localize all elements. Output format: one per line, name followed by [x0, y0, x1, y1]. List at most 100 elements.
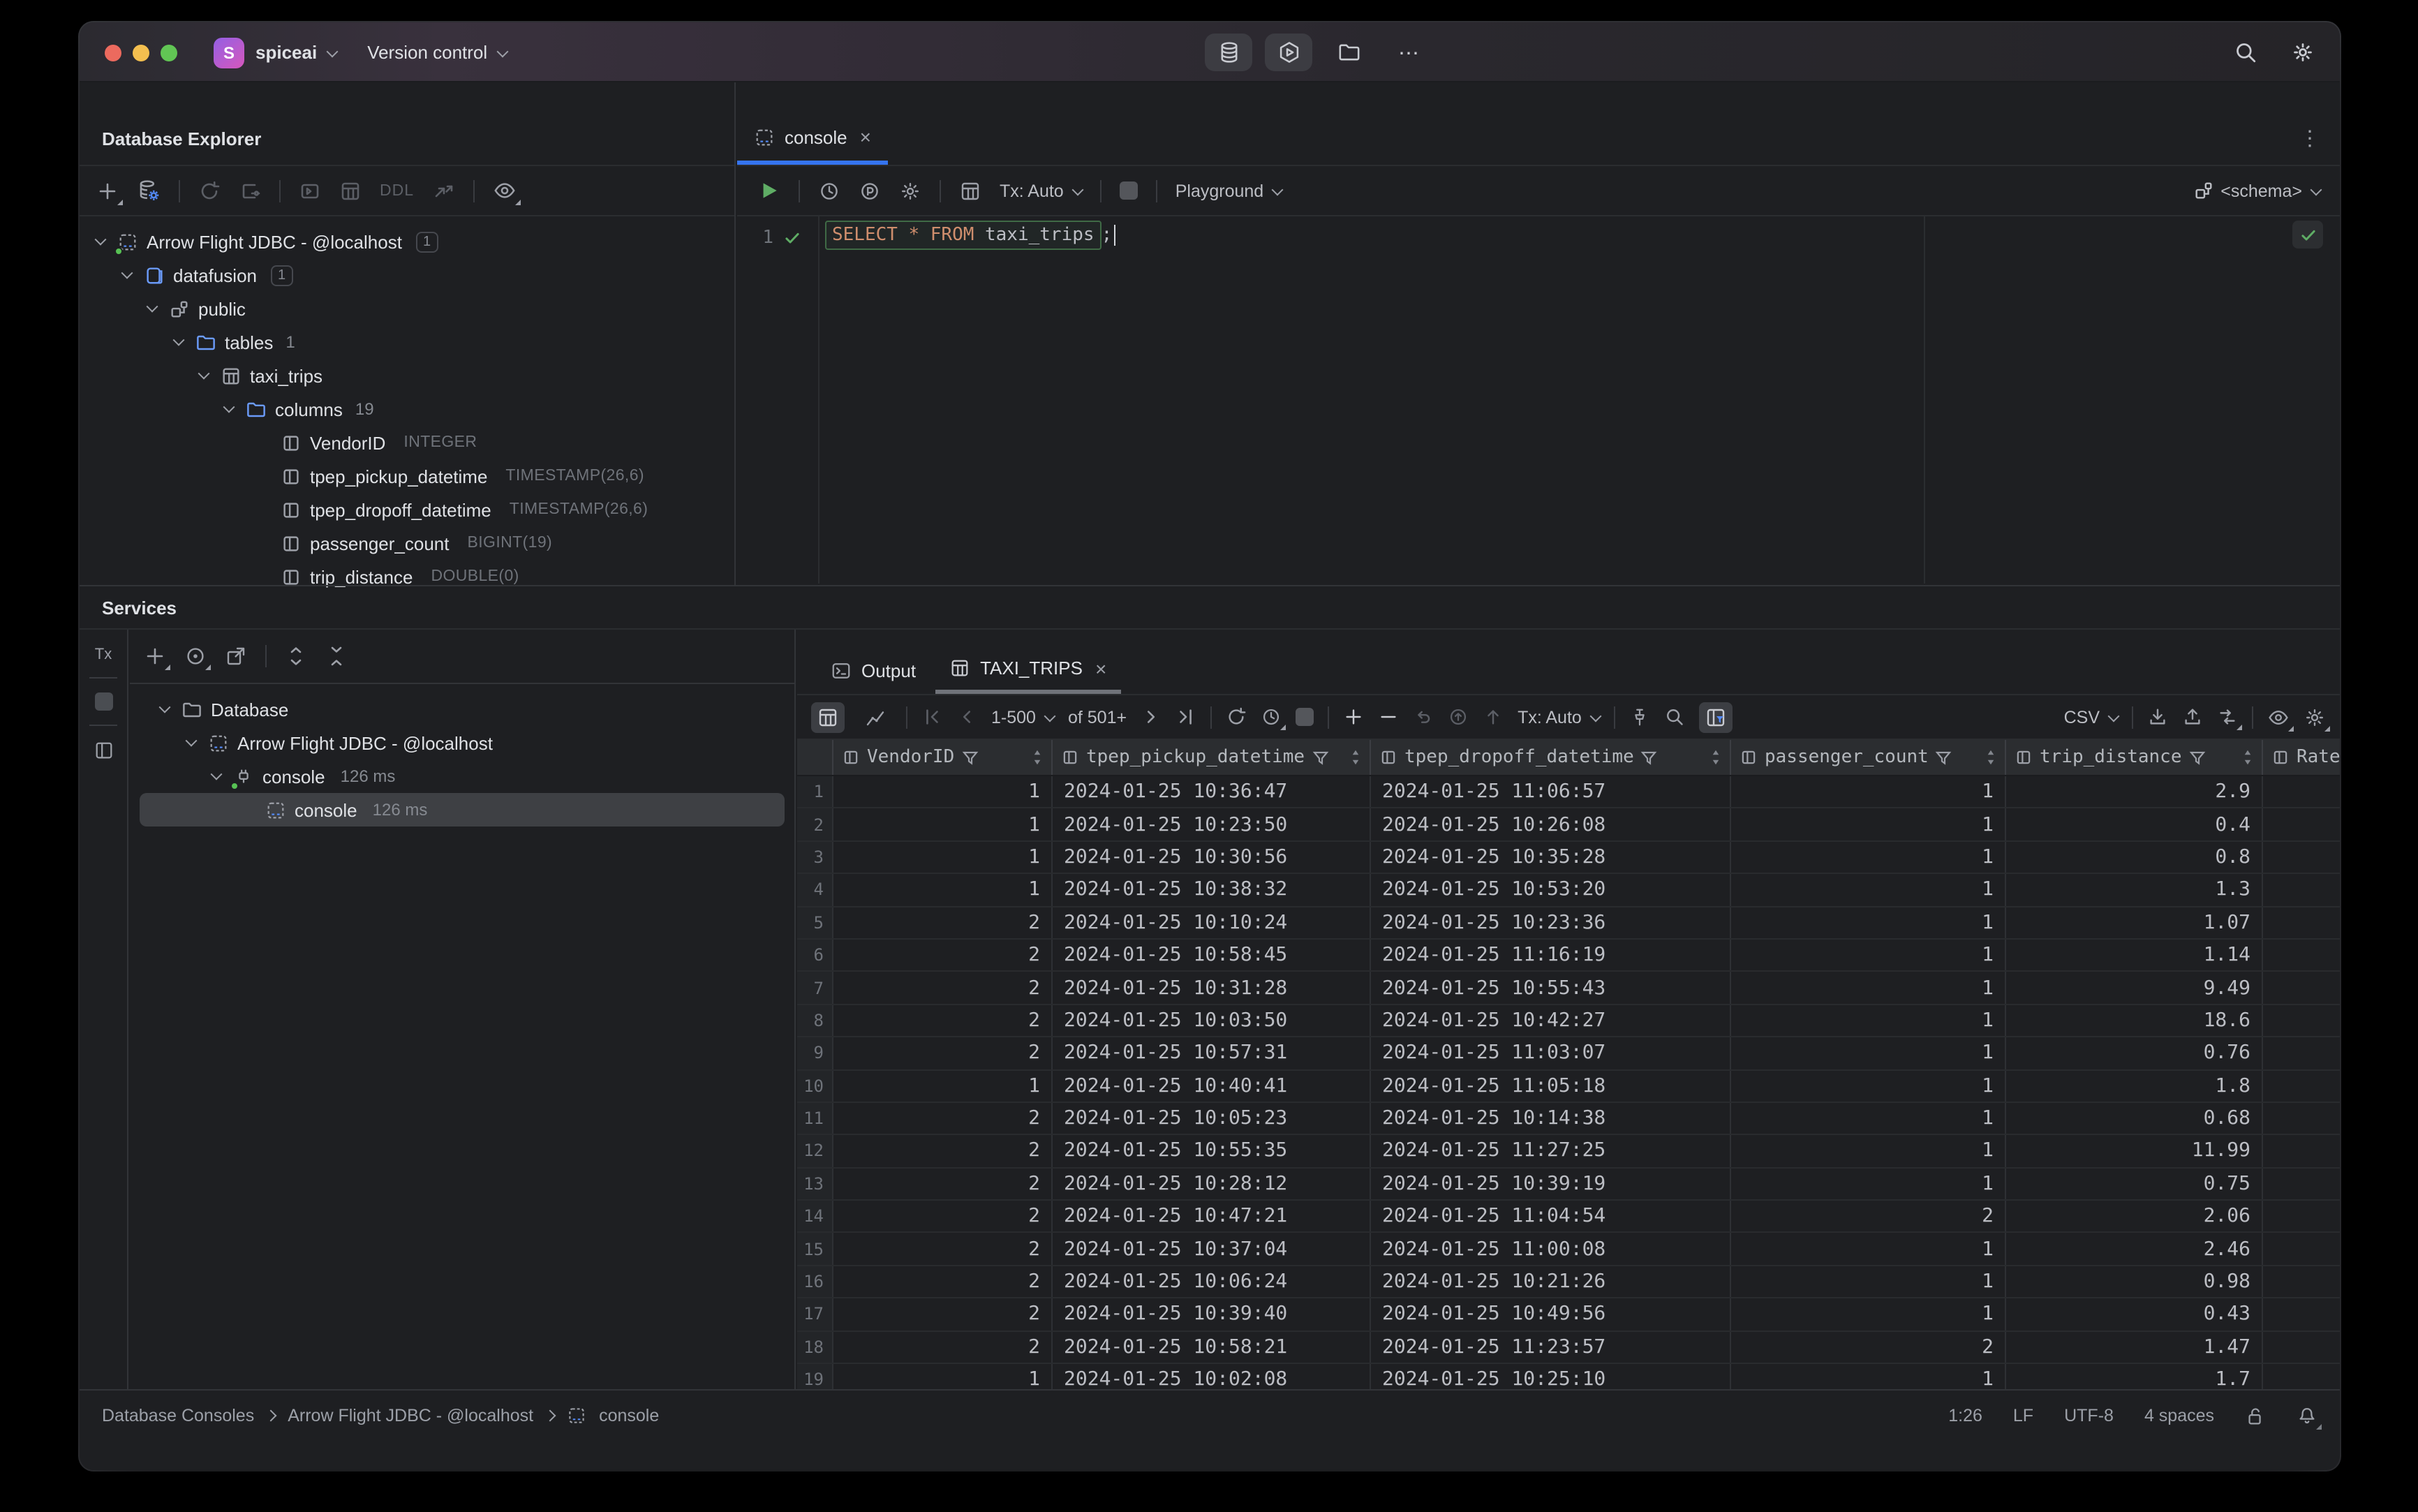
dropoff-datetime-cell[interactable]: 2024-01-25 10:42:27	[1371, 1005, 1731, 1037]
table-row[interactable]: 17 2 2024-01-25 10:39:40 2024-01-25 10:4…	[797, 1298, 2340, 1332]
first-page-icon[interactable]	[921, 706, 942, 727]
pickup-datetime-cell[interactable]: 2024-01-25 10:47:21	[1053, 1201, 1371, 1232]
trip-distance-cell[interactable]: 0.98	[2006, 1266, 2263, 1298]
dropoff-datetime-cell[interactable]: 2024-01-25 10:53:20	[1371, 874, 1731, 906]
rate-cell[interactable]	[2263, 1103, 2340, 1134]
rate-cell[interactable]	[2263, 1168, 2340, 1199]
page-range-select[interactable]: 1-500	[991, 707, 1056, 727]
chevron-down-icon[interactable]	[198, 367, 210, 380]
rate-cell[interactable]	[2263, 1136, 2340, 1167]
table-row[interactable]: 7 2 2024-01-25 10:31:28 2024-01-25 10:55…	[797, 972, 2340, 1005]
row-number-cell[interactable]: 16	[797, 1266, 833, 1298]
table-row[interactable]: 4 1 2024-01-25 10:38:32 2024-01-25 10:53…	[797, 874, 2340, 907]
delete-row-icon[interactable]	[1378, 706, 1399, 727]
download-icon[interactable]	[2147, 706, 2168, 727]
vendorid-cell[interactable]: 2	[833, 1201, 1053, 1232]
trip-distance-cell[interactable]: 0.8	[2006, 841, 2263, 873]
row-number-cell[interactable]: 12	[797, 1135, 833, 1167]
notifications-button[interactable]	[2297, 1405, 2322, 1429]
sort-icon[interactable]	[1350, 748, 1361, 766]
row-number-cell[interactable]: 18	[797, 1331, 833, 1363]
rate-cell[interactable]	[2263, 1299, 2340, 1331]
chevron-down-icon[interactable]	[121, 267, 133, 279]
pickup-datetime-cell[interactable]: 2024-01-25 10:10:24	[1053, 907, 1371, 938]
dropoff-datetime-cell[interactable]: 2024-01-25 10:25:10	[1371, 1364, 1731, 1389]
vendorid-cell[interactable]: 1	[833, 808, 1053, 840]
next-page-icon[interactable]	[1141, 706, 1162, 727]
row-number-cell[interactable]: 19	[797, 1364, 833, 1389]
vendorid-cell[interactable]: 2	[833, 1233, 1053, 1265]
column-header-trip-distance[interactable]: trip_distance	[2006, 740, 2263, 775]
dropoff-datetime-cell[interactable]: 2024-01-25 10:39:19	[1371, 1168, 1731, 1200]
zoom-window-button[interactable]	[161, 44, 177, 61]
dropoff-datetime-cell[interactable]: 2024-01-25 11:27:25	[1371, 1135, 1731, 1167]
rate-cell[interactable]	[2263, 1331, 2340, 1363]
add-service-button[interactable]	[144, 645, 170, 670]
dropoff-datetime-cell[interactable]: 2024-01-25 11:23:57	[1371, 1331, 1731, 1363]
grid-view-button[interactable]	[811, 702, 845, 732]
find-icon[interactable]	[1664, 706, 1685, 727]
run-query-icon[interactable]	[757, 179, 780, 202]
settings-gear-icon[interactable]	[2291, 40, 2315, 64]
run-configuration-button[interactable]	[1265, 34, 1312, 71]
vendorid-cell[interactable]: 2	[833, 972, 1053, 1004]
trip-distance-cell[interactable]: 1.8	[2006, 1070, 2263, 1102]
vendorid-cell[interactable]: 2	[833, 1102, 1053, 1134]
sort-icon[interactable]	[1710, 748, 1721, 766]
passenger-count-cell[interactable]: 1	[1731, 1233, 2006, 1265]
last-page-icon[interactable]	[1175, 706, 1196, 727]
table-row[interactable]: 18 2 2024-01-25 10:58:21 2024-01-25 11:2…	[797, 1331, 2340, 1365]
project-menu[interactable]: spiceai	[255, 42, 339, 63]
rate-cell[interactable]	[2263, 1233, 2340, 1265]
pickup-datetime-cell[interactable]: 2024-01-25 10:06:24	[1053, 1266, 1371, 1298]
previous-page-icon[interactable]	[956, 706, 977, 727]
schema-select[interactable]: <schema>	[2193, 180, 2322, 201]
playground-select[interactable]: Playground	[1175, 181, 1284, 200]
pickup-datetime-cell[interactable]: 2024-01-25 10:23:50	[1053, 808, 1371, 840]
trip-distance-cell[interactable]: 0.75	[2006, 1168, 2263, 1200]
rate-cell[interactable]	[2263, 1201, 2340, 1232]
chart-view-button[interactable]	[859, 702, 892, 732]
code-editor[interactable]: 1 SELECT * FROM taxi_trips;	[737, 216, 2340, 584]
dropoff-datetime-cell[interactable]: 2024-01-25 11:16:19	[1371, 939, 1731, 971]
rate-cell[interactable]	[2263, 809, 2340, 840]
tree-node-schema[interactable]: public	[80, 292, 734, 325]
vendorid-cell[interactable]: 1	[833, 776, 1053, 808]
row-number-cell[interactable]: 15	[797, 1233, 833, 1265]
row-number-cell[interactable]: 3	[797, 841, 833, 873]
trip-distance-cell[interactable]: 0.76	[2006, 1037, 2263, 1069]
vendorid-cell[interactable]: 2	[833, 1266, 1053, 1298]
pickup-datetime-cell[interactable]: 2024-01-25 10:40:41	[1053, 1070, 1371, 1102]
database-tool-button[interactable]	[1205, 34, 1252, 71]
breadcrumb-datasource[interactable]: Arrow Flight JDBC - @localhost	[288, 1406, 533, 1425]
sort-icon[interactable]	[1985, 748, 1996, 766]
parameters-icon[interactable]	[859, 179, 881, 202]
stop-button[interactable]	[1296, 708, 1314, 726]
passenger-count-cell[interactable]: 1	[1731, 1005, 2006, 1037]
row-number-cell[interactable]: 14	[797, 1201, 833, 1232]
row-number-cell[interactable]: 13	[797, 1168, 833, 1200]
add-row-icon[interactable]	[1343, 706, 1364, 727]
close-tab-icon[interactable]: ×	[1095, 658, 1106, 678]
rate-cell[interactable]	[2263, 940, 2340, 971]
row-number-cell[interactable]: 6	[797, 939, 833, 971]
rate-cell[interactable]	[2263, 1037, 2340, 1069]
history-clock-icon[interactable]	[818, 179, 840, 202]
tx-mode-select[interactable]: Tx: Auto	[1518, 707, 1602, 727]
trip-distance-cell[interactable]: 1.47	[2006, 1331, 2263, 1363]
table-row[interactable]: 15 2 2024-01-25 10:37:04 2024-01-25 11:0…	[797, 1233, 2340, 1266]
row-number-cell[interactable]: 9	[797, 1037, 833, 1069]
trip-distance-cell[interactable]: 0.68	[2006, 1102, 2263, 1134]
open-in-new-icon[interactable]	[225, 645, 247, 667]
chevron-down-icon[interactable]	[172, 334, 185, 346]
trip-distance-cell[interactable]: 18.6	[2006, 1005, 2263, 1037]
rate-cell[interactable]	[2263, 907, 2340, 938]
stop-strip-button[interactable]	[94, 692, 112, 711]
vendorid-cell[interactable]: 1	[833, 874, 1053, 906]
dropoff-datetime-cell[interactable]: 2024-01-25 10:14:38	[1371, 1102, 1731, 1134]
table-row[interactable]: 1 1 2024-01-25 10:36:47 2024-01-25 11:06…	[797, 776, 2340, 809]
table-row[interactable]: 10 1 2024-01-25 10:40:41 2024-01-25 11:0…	[797, 1070, 2340, 1103]
tree-node-datasource[interactable]: Arrow Flight JDBC - @localhost 1	[80, 225, 734, 258]
passenger-count-cell[interactable]: 2	[1731, 1331, 2006, 1363]
more-tools-button[interactable]: ⋯	[1385, 34, 1432, 71]
